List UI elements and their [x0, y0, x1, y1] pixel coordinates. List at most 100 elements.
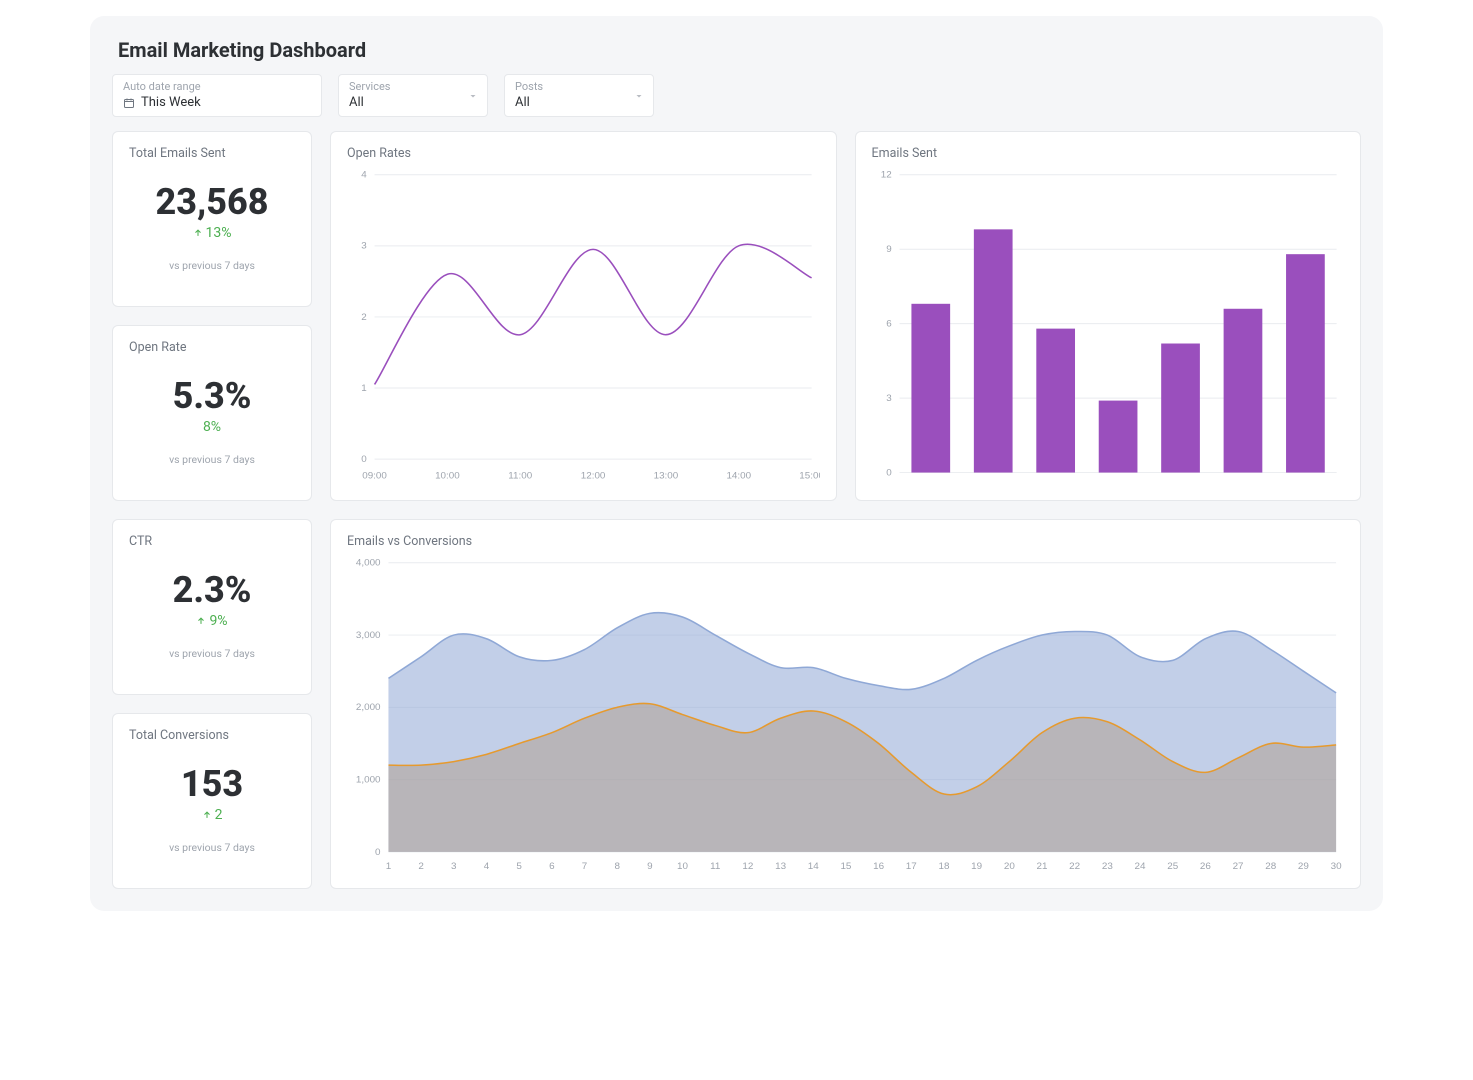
- arrow-up-icon: [196, 616, 206, 626]
- kpi-delta: 13%: [129, 225, 295, 241]
- emails-vs-conversions-area-chart: 01,0002,0003,0004,0001234567891011121314…: [347, 557, 1344, 875]
- date-range-value: This Week: [141, 95, 201, 110]
- chart-title: Open Rates: [347, 146, 820, 161]
- emails-sent-bar-chart: 036912: [872, 169, 1345, 486]
- svg-text:9: 9: [647, 861, 653, 872]
- chevron-down-icon: [467, 90, 479, 102]
- posts-value: All: [515, 95, 530, 110]
- svg-text:11: 11: [710, 861, 720, 872]
- svg-text:10: 10: [677, 861, 689, 872]
- svg-text:0: 0: [375, 847, 381, 858]
- svg-text:21: 21: [1037, 861, 1048, 872]
- kpi-column-2: CTR 2.3% 9% vs previous 7 days Total Con…: [112, 519, 312, 889]
- kpi-value: 153: [129, 765, 295, 805]
- svg-text:8: 8: [614, 861, 620, 872]
- arrow-up-icon: [202, 810, 212, 820]
- svg-text:10:00: 10:00: [435, 470, 460, 481]
- filter-bar: Auto date range This Week Services All P…: [112, 74, 1361, 117]
- posts-dropdown[interactable]: Posts All: [504, 74, 654, 117]
- svg-text:1: 1: [361, 383, 366, 394]
- kpi-title: Total Conversions: [129, 728, 295, 743]
- svg-text:23: 23: [1102, 861, 1113, 872]
- svg-text:18: 18: [938, 861, 949, 872]
- chart-emails-vs-conversions: Emails vs Conversions 01,0002,0003,0004,…: [330, 519, 1361, 889]
- svg-text:22: 22: [1069, 861, 1080, 872]
- svg-text:15: 15: [840, 861, 852, 872]
- svg-text:20: 20: [1004, 861, 1016, 872]
- svg-text:1: 1: [386, 861, 392, 872]
- svg-text:7: 7: [582, 861, 588, 872]
- arrow-up-icon: [193, 228, 203, 238]
- svg-text:19: 19: [971, 861, 982, 872]
- kpi-value: 23,568: [129, 183, 295, 223]
- svg-text:24: 24: [1135, 861, 1147, 872]
- kpi-title: Open Rate: [129, 340, 295, 355]
- services-dropdown[interactable]: Services All: [338, 74, 488, 117]
- kpi-delta: 9%: [129, 613, 295, 629]
- chart-title: Emails vs Conversions: [347, 534, 1344, 549]
- dashboard-canvas: Email Marketing Dashboard Auto date rang…: [90, 16, 1383, 911]
- svg-text:3,000: 3,000: [356, 630, 381, 641]
- svg-text:25: 25: [1167, 861, 1179, 872]
- svg-text:14: 14: [808, 861, 820, 872]
- svg-text:3: 3: [886, 393, 891, 404]
- kpi-value: 5.3%: [129, 377, 295, 417]
- svg-text:17: 17: [906, 861, 917, 872]
- services-label: Services: [349, 81, 477, 92]
- kpi-note: vs previous 7 days: [129, 259, 295, 272]
- svg-text:29: 29: [1298, 861, 1309, 872]
- svg-text:13:00: 13:00: [654, 470, 679, 481]
- date-range-label: Auto date range: [123, 81, 311, 92]
- posts-label: Posts: [515, 81, 643, 92]
- svg-text:28: 28: [1265, 861, 1276, 872]
- services-value: All: [349, 95, 364, 110]
- kpi-title: Total Emails Sent: [129, 146, 295, 161]
- svg-text:3: 3: [361, 241, 366, 252]
- svg-text:09:00: 09:00: [362, 470, 387, 481]
- svg-text:16: 16: [873, 861, 884, 872]
- chart-open-rates: Open Rates 0123409:0010:0011:0012:0013:0…: [330, 131, 837, 501]
- svg-text:26: 26: [1200, 861, 1211, 872]
- svg-text:12: 12: [742, 861, 753, 872]
- svg-text:4,000: 4,000: [356, 558, 381, 569]
- dashboard-grid: Total Emails Sent 23,568 13% vs previous…: [112, 131, 1361, 889]
- svg-text:5: 5: [516, 861, 522, 872]
- calendar-icon: [123, 97, 135, 109]
- kpi-column-1: Total Emails Sent 23,568 13% vs previous…: [112, 131, 312, 501]
- date-range-picker[interactable]: Auto date range This Week: [112, 74, 322, 117]
- chevron-down-icon: [633, 90, 645, 102]
- kpi-delta: 8%: [129, 419, 295, 435]
- kpi-total-emails-sent: Total Emails Sent 23,568 13% vs previous…: [112, 131, 312, 307]
- svg-text:1,000: 1,000: [356, 775, 381, 786]
- svg-text:6: 6: [886, 319, 891, 330]
- svg-text:4: 4: [361, 170, 367, 181]
- svg-text:4: 4: [484, 861, 490, 872]
- svg-text:30: 30: [1331, 861, 1343, 872]
- svg-text:2: 2: [361, 312, 366, 323]
- kpi-open-rate: Open Rate 5.3% 8% vs previous 7 days: [112, 325, 312, 501]
- svg-text:27: 27: [1233, 861, 1244, 872]
- chart-emails-sent: Emails Sent 036912: [855, 131, 1362, 501]
- svg-text:0: 0: [361, 454, 367, 465]
- svg-text:0: 0: [886, 468, 892, 479]
- svg-text:15:00: 15:00: [799, 470, 819, 481]
- kpi-note: vs previous 7 days: [129, 453, 295, 466]
- kpi-note: vs previous 7 days: [129, 841, 295, 854]
- open-rates-line-chart: 0123409:0010:0011:0012:0013:0014:0015:00: [347, 169, 820, 486]
- top-charts-row: Open Rates 0123409:0010:0011:0012:0013:0…: [330, 131, 1361, 501]
- kpi-value: 2.3%: [129, 571, 295, 611]
- chart-title: Emails Sent: [872, 146, 1345, 161]
- kpi-note: vs previous 7 days: [129, 647, 295, 660]
- svg-text:14:00: 14:00: [726, 470, 751, 481]
- svg-text:9: 9: [886, 244, 891, 255]
- kpi-title: CTR: [129, 534, 295, 549]
- page-title: Email Marketing Dashboard: [118, 38, 1361, 62]
- kpi-total-conversions: Total Conversions 153 2 vs previous 7 da…: [112, 713, 312, 889]
- svg-text:3: 3: [451, 861, 457, 872]
- svg-text:2: 2: [418, 861, 424, 872]
- svg-text:6: 6: [549, 861, 555, 872]
- kpi-delta: 2: [129, 807, 295, 823]
- svg-text:13: 13: [775, 861, 786, 872]
- svg-text:12:00: 12:00: [581, 470, 606, 481]
- kpi-ctr: CTR 2.3% 9% vs previous 7 days: [112, 519, 312, 695]
